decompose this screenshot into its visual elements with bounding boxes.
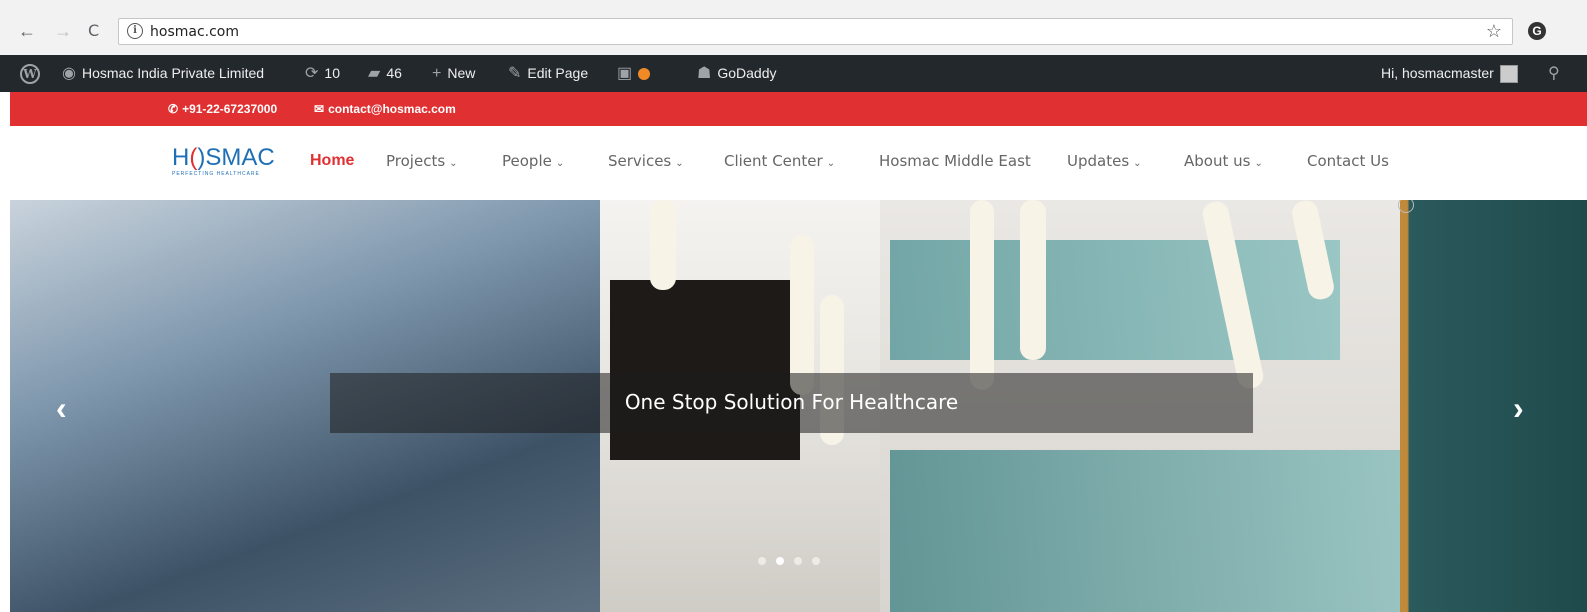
slider-dot[interactable]: [794, 557, 802, 565]
hero-pendant-light: [970, 200, 994, 390]
yoast-icon: ▣: [617, 65, 633, 82]
godaddy-label: GoDaddy: [717, 65, 777, 81]
nav-item-hosmac-middle-east[interactable]: Hosmac Middle East: [879, 152, 1031, 170]
my-account-menu[interactable]: Hi, hosmacmaster: [1381, 55, 1518, 92]
hero-right-wall: [1400, 200, 1587, 612]
nav-item-people[interactable]: People ⌄: [502, 152, 564, 170]
browser-toolbar: ← → C i hosmac.com ☆ G: [0, 0, 1587, 55]
back-button[interactable]: ←: [18, 21, 36, 41]
site-name: Hosmac India Private Limited: [81, 65, 265, 81]
edit-page-label: Edit Page: [527, 65, 589, 81]
chevron-down-icon: ⌄: [826, 158, 836, 169]
seo-menu[interactable]: ▣: [617, 55, 651, 92]
updates-menu[interactable]: ⟳ 10: [305, 55, 340, 92]
slider-dots: [758, 557, 820, 565]
hero-atrium-opening: [610, 280, 800, 460]
chevron-down-icon: ⌄: [675, 158, 684, 169]
dashboard-icon: ◉: [62, 65, 76, 82]
plus-icon: +: [432, 65, 442, 82]
slider-dot[interactable]: [812, 557, 820, 565]
nav-item-client-center[interactable]: Client Center ⌄: [724, 152, 835, 170]
greeting-text: Hi, hosmacmaster: [1381, 65, 1494, 81]
address-bar[interactable]: i hosmac.com ☆: [118, 18, 1513, 45]
updates-count: 10: [324, 65, 340, 81]
updates-icon: ⟳: [305, 65, 319, 82]
chevron-down-icon: ⌄: [1254, 158, 1263, 169]
pencil-icon: ✎: [508, 65, 522, 82]
nav-item-updates[interactable]: Updates ⌄: [1067, 152, 1142, 170]
wp-admin-bar: W ◉ Hosmac India Private Limited ⟳ 10 ▰ …: [0, 55, 1587, 92]
url-text[interactable]: hosmac.com: [150, 24, 239, 40]
hero-glass-lower: [890, 450, 1450, 612]
reload-button[interactable]: C: [88, 21, 99, 41]
nav-item-about-us[interactable]: About us ⌄: [1184, 152, 1263, 170]
avatar: [1499, 64, 1518, 83]
comments-icon: ▰: [368, 65, 381, 82]
slider-dot-active[interactable]: [776, 557, 784, 565]
wordpress-logo-icon: W: [20, 63, 40, 84]
hero-glass-upper: [890, 240, 1340, 360]
hero-pendant-light: [650, 200, 676, 290]
chevron-down-icon: ⌄: [449, 158, 458, 169]
hero-caption: One Stop Solution For Healthcare: [624, 390, 959, 414]
chevron-down-icon: ⌄: [1133, 158, 1142, 169]
seo-status-dot: [638, 67, 651, 80]
comments-count: 46: [386, 65, 402, 81]
phone-icon: ✆: [168, 102, 179, 116]
chevron-down-icon: ⌄: [555, 158, 565, 169]
admin-search[interactable]: ⚲: [1548, 55, 1560, 92]
slider-prev-arrow[interactable]: ‹: [56, 390, 67, 427]
nav-item-services[interactable]: Services ⌄: [608, 152, 684, 170]
slider-dot[interactable]: [758, 557, 766, 565]
bookmark-star-icon[interactable]: ☆: [1486, 21, 1502, 42]
hero-pendant-light: [790, 235, 814, 395]
godaddy-icon: ☗: [697, 65, 712, 82]
edit-page-link[interactable]: ✎ Edit Page: [508, 55, 588, 92]
comments-menu[interactable]: ▰ 46: [368, 55, 402, 92]
logo-wordmark: H()SMAC: [172, 144, 275, 171]
hosmac-logo[interactable]: H()SMAC PERFECTING HEALTHCARE: [172, 144, 275, 178]
wp-logo-menu[interactable]: W: [20, 55, 40, 92]
site-info-icon[interactable]: i: [127, 23, 143, 39]
new-label: New: [447, 65, 476, 81]
hero-caption-band: One Stop Solution For Healthcare: [330, 373, 1253, 433]
nav-item-projects[interactable]: Projects ⌄: [386, 152, 458, 170]
contact-bar: ✆ +91-22-67237000 ✉ contact@hosmac.com: [10, 92, 1587, 126]
hero-pendant-light: [1020, 200, 1046, 360]
email-link[interactable]: ✉ contact@hosmac.com: [314, 102, 456, 116]
forward-button[interactable]: →: [54, 21, 72, 41]
envelope-icon: ✉: [314, 102, 325, 116]
new-content-menu[interactable]: + New: [432, 55, 475, 92]
extension-icon[interactable]: G: [1528, 22, 1546, 40]
hero-slider: One Stop Solution For Healthcare ‹ ›: [10, 200, 1587, 612]
nav-item-contact-us[interactable]: Contact Us: [1307, 152, 1389, 170]
email-address: contact@hosmac.com: [328, 102, 456, 116]
nav-item-home[interactable]: Home: [310, 152, 354, 170]
site-name-menu[interactable]: ◉ Hosmac India Private Limited: [62, 55, 264, 92]
site-header: H()SMAC PERFECTING HEALTHCARE Home Proje…: [10, 126, 1587, 200]
phone-number: +91-22-67237000: [182, 102, 278, 116]
phone-link[interactable]: ✆ +91-22-67237000: [168, 102, 277, 116]
search-icon: ⚲: [1548, 65, 1560, 82]
slider-next-arrow[interactable]: ›: [1513, 390, 1524, 427]
godaddy-menu[interactable]: ☗ GoDaddy: [697, 55, 777, 92]
logo-tagline: PERFECTING HEALTHCARE: [172, 171, 260, 177]
